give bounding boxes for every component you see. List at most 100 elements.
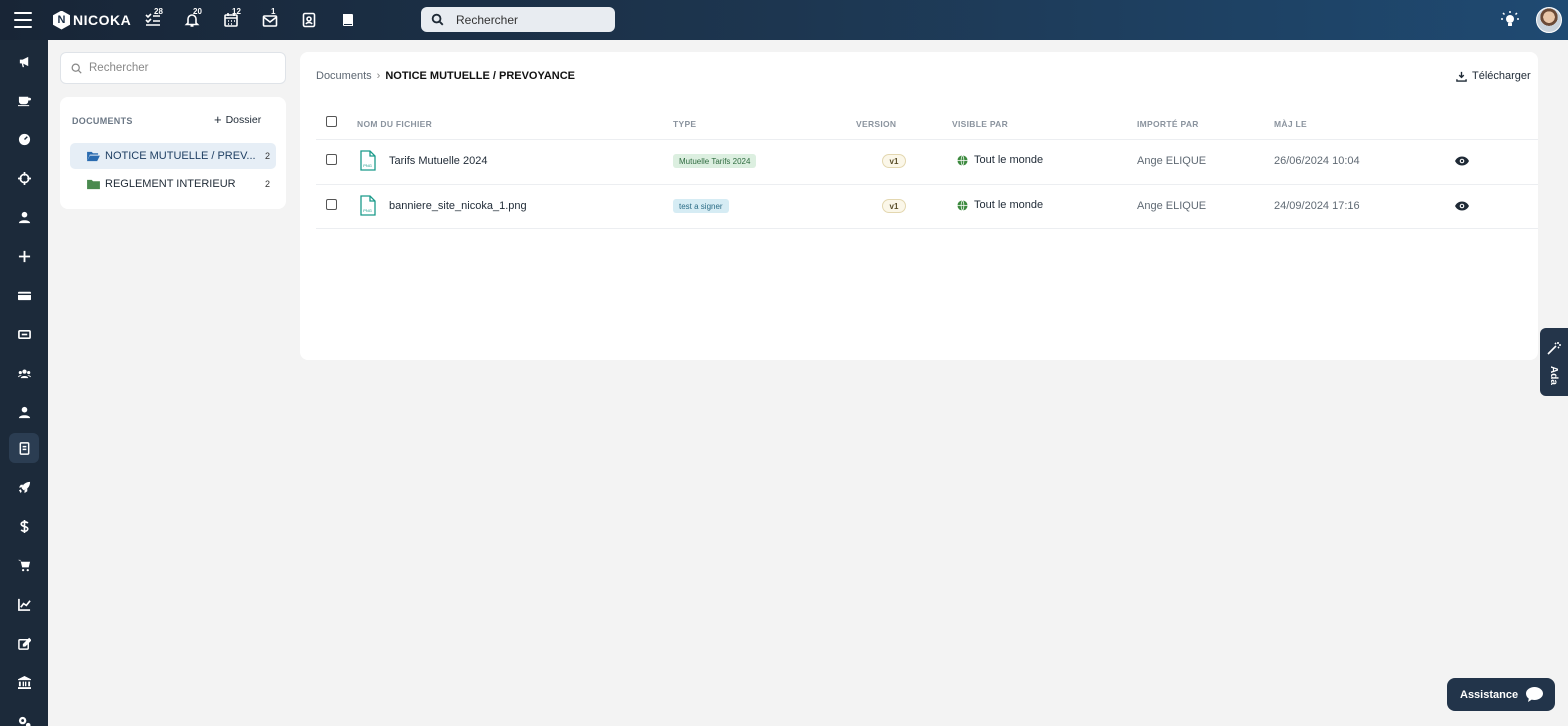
visibility-label: Tout le monde (974, 199, 1044, 211)
ada-label: Ada (1548, 366, 1559, 385)
logo[interactable]: N NICOKA (53, 10, 131, 30)
folders-heading: DOCUMENTS (72, 116, 133, 126)
select-all-checkbox[interactable] (326, 116, 337, 127)
divider (316, 184, 1538, 185)
divider (316, 139, 1538, 140)
user-icon[interactable] (9, 202, 39, 232)
left-rail (0, 40, 48, 726)
divider (316, 228, 1538, 229)
svg-text:PNG: PNG (363, 163, 372, 168)
folder-label: NOTICE MUTUELLE / PREV... (105, 150, 256, 162)
eye-icon[interactable] (1455, 201, 1469, 211)
imported-by: Ange ELIQUE (1137, 155, 1207, 167)
book-icon[interactable] (339, 11, 357, 29)
add-folder-button[interactable]: + Dossier (214, 113, 262, 126)
search-icon (71, 63, 82, 74)
col-updated[interactable]: MÀJ LE (1274, 119, 1307, 129)
lightbulb-icon[interactable] (1500, 10, 1520, 30)
calendar-badge: 12 (232, 7, 241, 16)
col-imported[interactable]: IMPORTÉ PAR (1137, 119, 1199, 129)
download-icon (1456, 71, 1467, 82)
edit-icon[interactable] (9, 628, 39, 658)
ada-tab[interactable]: Ada (1540, 328, 1568, 396)
cart-icon[interactable] (9, 550, 39, 580)
col-version[interactable]: VERSION (856, 119, 896, 129)
file-name[interactable]: banniere_site_nicoka_1.png (389, 200, 527, 212)
type-tag: test a signer (673, 199, 729, 213)
rocket-icon[interactable] (9, 472, 39, 502)
chevron-right-icon: › (376, 70, 381, 82)
version-badge: v1 (882, 154, 906, 168)
team-icon[interactable] (9, 358, 39, 388)
svg-text:PNG: PNG (363, 208, 372, 213)
globe-icon (957, 199, 968, 211)
col-name[interactable]: NOM DU FICHIER (357, 119, 432, 129)
type-tag: Mutuelle Tarifs 2024 (673, 154, 757, 168)
bank-icon[interactable] (9, 667, 39, 697)
coffee-icon[interactable] (9, 85, 39, 115)
row-checkbox[interactable] (326, 199, 337, 210)
top-bar: N NICOKA 28 20 12 1 (0, 0, 1568, 40)
png-file-icon: PNG (360, 195, 376, 216)
imported-by: Ange ELIQUE (1137, 200, 1207, 212)
crosshair-icon[interactable] (9, 163, 39, 193)
search-icon (431, 13, 444, 26)
logo-text: NICOKA (73, 12, 132, 28)
chat-bubble-icon (1526, 687, 1543, 702)
row-checkbox[interactable] (326, 154, 337, 165)
folder-label: REGLEMENT INTERIEUR (105, 178, 236, 190)
folder-count: 2 (264, 151, 270, 161)
visibility-label: Tout le monde (974, 154, 1044, 166)
folder-item-notice[interactable]: NOTICE MUTUELLE / PREV... 2 (70, 143, 276, 169)
folders-panel: DOCUMENTS + Dossier NOTICE MUTUELLE / PR… (60, 97, 286, 209)
assistance-button[interactable]: Assistance (1447, 678, 1555, 711)
folder-search[interactable] (60, 52, 286, 84)
add-folder-label: Dossier (225, 114, 262, 126)
folder-item-reglement[interactable]: REGLEMENT INTERIEUR 2 (70, 171, 276, 197)
notifications-badge: 20 (193, 7, 202, 16)
global-search[interactable] (421, 7, 615, 32)
folder-search-input[interactable] (89, 62, 269, 74)
settings-icon[interactable] (9, 706, 39, 726)
tasks-icon[interactable]: 28 (144, 7, 163, 29)
global-search-input[interactable] (456, 12, 596, 27)
magic-wand-icon (1547, 342, 1561, 355)
file-name[interactable]: Tarifs Mutuelle 2024 (389, 155, 487, 167)
assistance-label: Assistance (1460, 688, 1519, 701)
gauge-icon[interactable] (9, 124, 39, 154)
person-icon[interactable] (9, 397, 39, 427)
visibility: Tout le monde (957, 199, 1043, 211)
col-type[interactable]: TYPE (673, 119, 696, 129)
download-label: Télécharger (1472, 70, 1531, 82)
plus-icon[interactable] (9, 241, 39, 271)
user-avatar[interactable] (1536, 7, 1562, 33)
mail-icon[interactable]: 1 (261, 7, 279, 29)
bell-icon[interactable]: 20 (183, 7, 202, 29)
chart-icon[interactable] (9, 589, 39, 619)
globe-icon (957, 154, 968, 166)
documents-nav-icon[interactable] (9, 433, 39, 463)
logo-mark: N (53, 10, 70, 30)
menu-icon[interactable] (14, 12, 32, 28)
version-badge: v1 (882, 199, 906, 213)
updated-date: 24/09/2024 17:16 (1274, 200, 1360, 212)
tasks-badge: 28 (154, 7, 163, 16)
col-visible[interactable]: VISIBLE PAR (952, 119, 1008, 129)
breadcrumb: Documents › NOTICE MUTUELLE / PREVOYANCE (316, 70, 575, 82)
folder-icon (87, 179, 100, 189)
updated-date: 26/06/2024 10:04 (1274, 155, 1360, 167)
dollar-icon[interactable] (9, 511, 39, 541)
mail-badge: 1 (271, 7, 276, 16)
ticket-icon[interactable] (9, 319, 39, 349)
calendar-icon[interactable]: 12 (222, 7, 241, 29)
contacts-icon[interactable] (300, 11, 318, 29)
card-icon[interactable] (9, 280, 39, 310)
megaphone-icon[interactable] (9, 46, 39, 76)
download-button[interactable]: Télécharger (1456, 70, 1531, 82)
breadcrumb-current: NOTICE MUTUELLE / PREVOYANCE (385, 70, 575, 82)
eye-icon[interactable] (1455, 156, 1469, 166)
png-file-icon: PNG (360, 150, 376, 171)
folder-open-icon (87, 151, 100, 161)
breadcrumb-root[interactable]: Documents (316, 70, 372, 82)
documents-card: Documents › NOTICE MUTUELLE / PREVOYANCE… (300, 52, 1538, 360)
